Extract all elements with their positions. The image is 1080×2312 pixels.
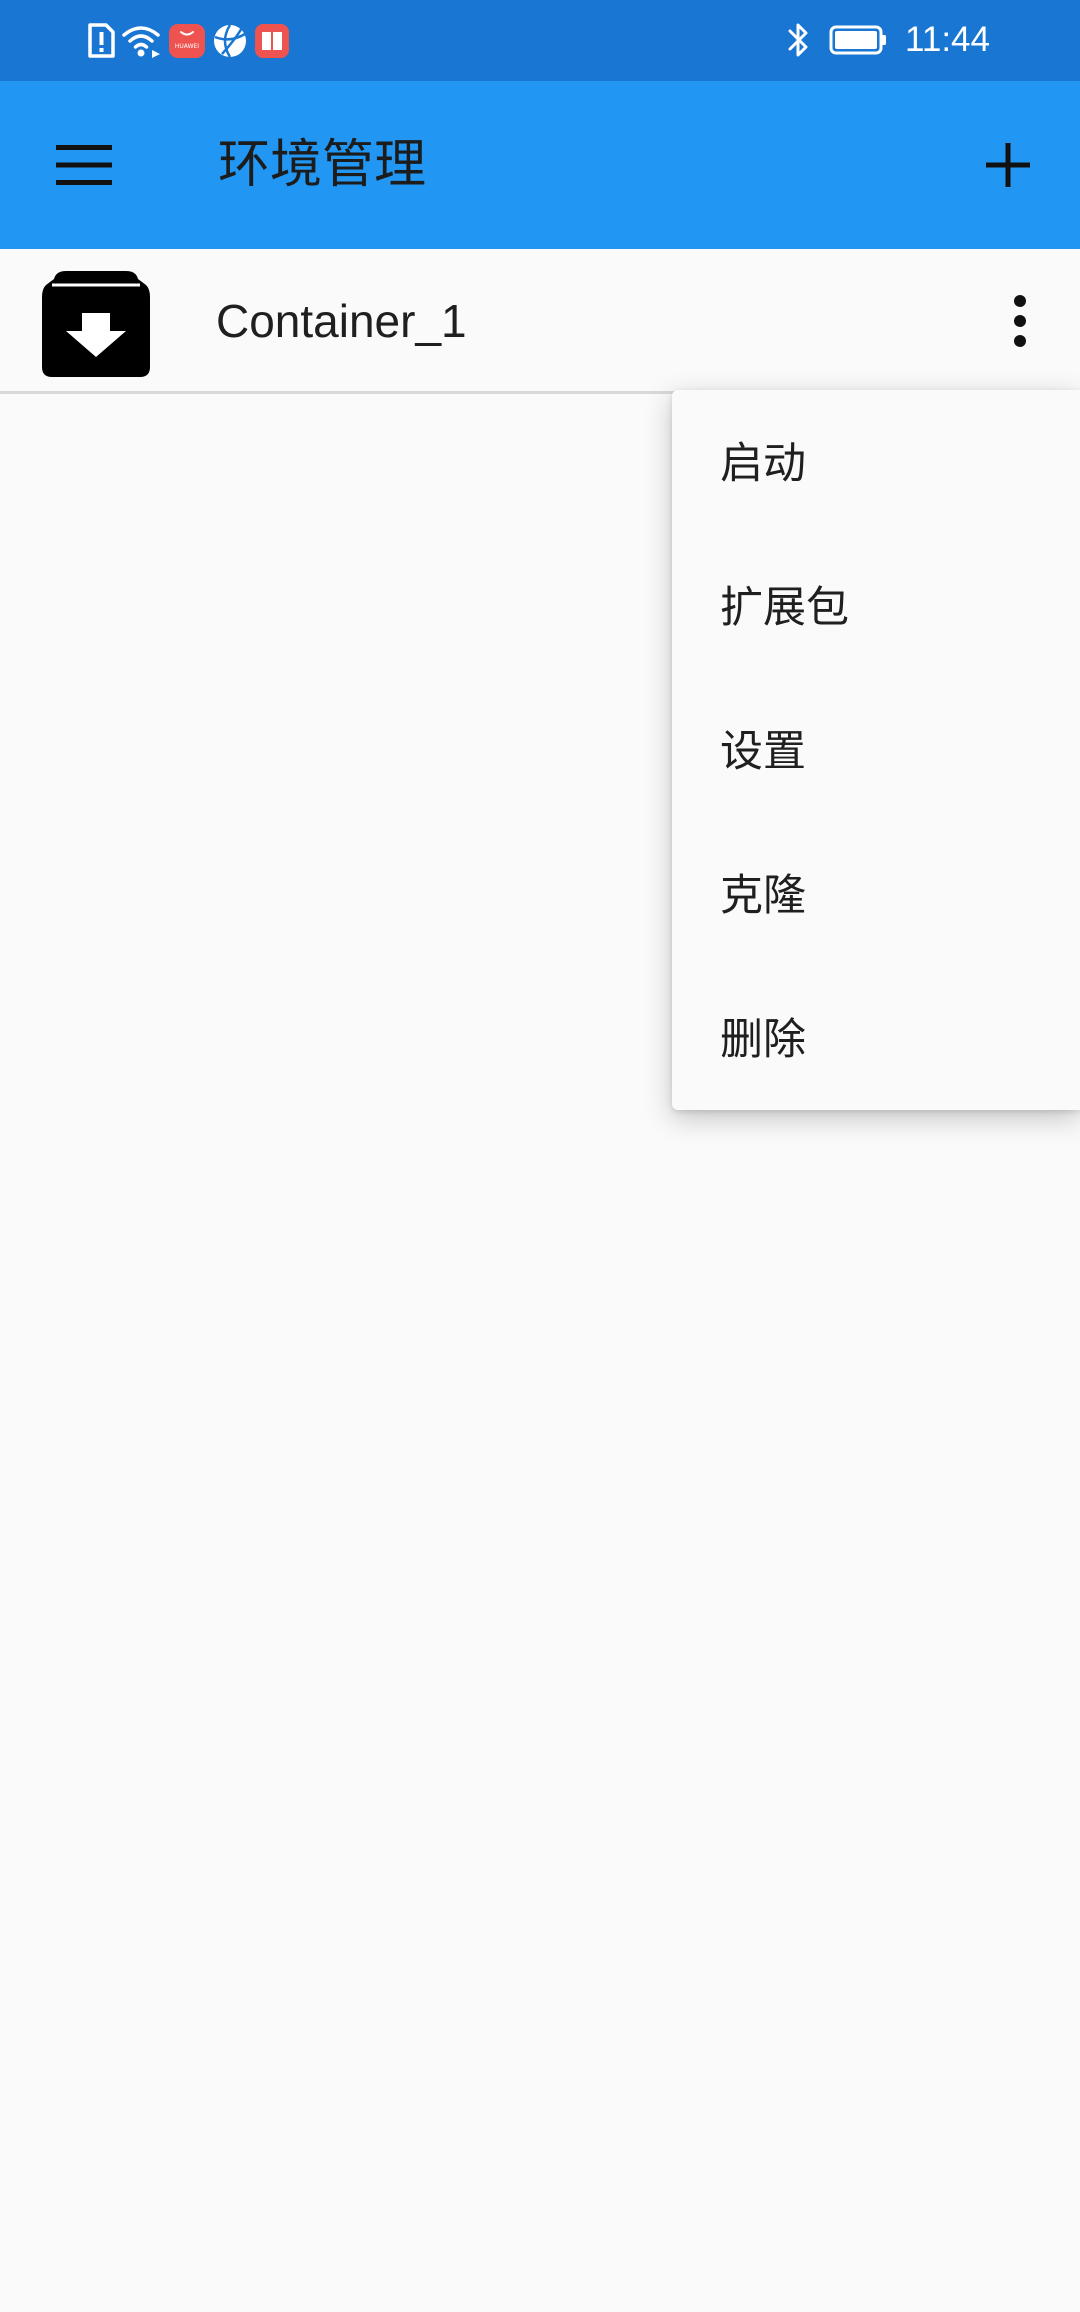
- menu-item-label: 删除: [720, 1015, 806, 1065]
- more-vertical-icon: [1014, 295, 1026, 347]
- bluetooth-icon: [788, 23, 808, 57]
- reader-icon: [255, 24, 289, 58]
- menu-item-label: 启动: [720, 439, 806, 489]
- screen: HUAWEI 11:44 环境管理 Container_1 启动 扩展包 设置 …: [0, 0, 1080, 2312]
- status-bar: HUAWEI 11:44: [0, 0, 1080, 81]
- huawei-badge-text: HUAWEI: [175, 43, 199, 50]
- menu-item-start[interactable]: 启动: [672, 392, 1080, 536]
- more-options-button[interactable]: [990, 273, 1050, 369]
- add-container-button[interactable]: [964, 117, 1052, 213]
- sim-alert-icon: [88, 23, 115, 58]
- page-title: 环境管理: [218, 135, 427, 195]
- menu-item-settings[interactable]: 设置: [672, 680, 1080, 824]
- list-item-container[interactable]: Container_1: [0, 249, 1080, 394]
- wifi-icon: [122, 26, 160, 58]
- menu-item-label: 克隆: [720, 871, 806, 921]
- context-menu: 启动 扩展包 设置 克隆 删除: [672, 390, 1080, 1110]
- status-system-icons: 11:44: [787, 18, 990, 62]
- container-name: Container_1: [216, 295, 467, 347]
- huawei-store-icon: HUAWEI: [169, 24, 205, 58]
- status-notification-icons: HUAWEI: [86, 20, 290, 62]
- plus-icon: [986, 143, 1030, 187]
- menu-item-delete[interactable]: 删除: [672, 968, 1080, 1112]
- browser-icon: [214, 24, 246, 58]
- menu-item-label: 扩展包: [720, 583, 849, 633]
- hamburger-menu-icon: [56, 145, 112, 185]
- battery-icon: [829, 25, 886, 55]
- app-bar: 环境管理: [0, 81, 1080, 249]
- status-time: 11:44: [905, 20, 990, 59]
- archive-download-icon: [42, 271, 150, 377]
- container-list: Container_1: [0, 249, 1080, 394]
- menu-item-clone[interactable]: 克隆: [672, 824, 1080, 968]
- menu-item-label: 设置: [720, 727, 806, 777]
- menu-item-extensions[interactable]: 扩展包: [672, 536, 1080, 680]
- menu-button[interactable]: [40, 121, 128, 209]
